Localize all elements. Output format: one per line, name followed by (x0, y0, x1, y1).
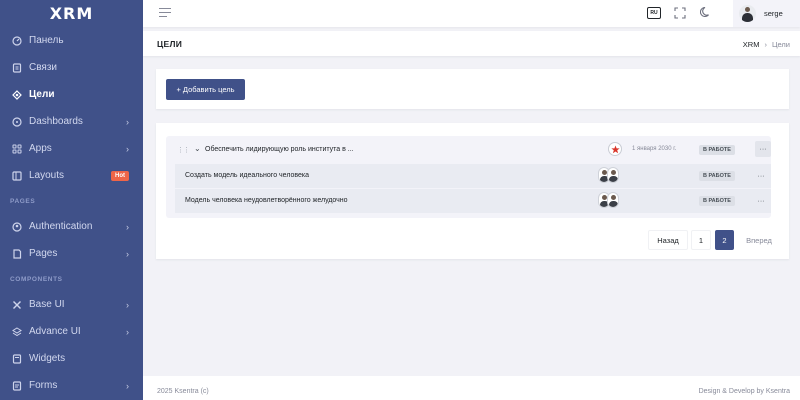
sidebar-item-authentication[interactable]: Authentication › (0, 213, 143, 240)
sidebar-item-widgets[interactable]: Widgets (0, 345, 143, 372)
chevron-right-icon: › (126, 380, 129, 391)
chevron-right-icon: › (126, 221, 129, 232)
footer-credits: Design & Develop by Ksentra (698, 388, 790, 395)
sidebar-item-label: Apps (29, 143, 52, 154)
sidebar-item-goals[interactable]: Цели (0, 81, 143, 108)
goal-title[interactable]: Создать модель идеального человека (185, 172, 309, 179)
sidebar-item-advance-ui[interactable]: Advance UI › (0, 318, 143, 345)
sidebar-item-label: Цели (29, 89, 55, 100)
sidebar-item-label: Панель (29, 35, 64, 46)
sidebar-item-forms[interactable]: Forms › (0, 372, 143, 399)
sidebar-item-label: Widgets (29, 353, 66, 364)
goal-title[interactable]: Модель человека неудовлетворённого желуд… (185, 197, 348, 204)
avatar (607, 192, 619, 208)
moon-icon[interactable] (700, 6, 712, 18)
hot-badge: Hot (111, 170, 129, 181)
breadcrumb-separator-icon: › (764, 40, 767, 49)
more-options-button[interactable]: ··· (755, 141, 771, 157)
goals-card: ⋮⋮ ⌄ Обеспечить лидирующую роль институт… (156, 123, 789, 259)
sidebar-item-label: Pages (29, 248, 58, 259)
pagination-page-1[interactable]: 1 (691, 230, 711, 250)
actions-card: + Добавить цель (156, 69, 789, 109)
sidebar-item-apps[interactable]: Apps › (0, 135, 143, 162)
sidebar-menu-pages: Authentication › Pages › (0, 213, 143, 267)
contacts-icon (12, 62, 22, 73)
user-circle-icon (12, 221, 22, 232)
apps-icon (12, 144, 22, 154)
chevron-right-icon: › (126, 116, 129, 127)
status-badge: В РАБОТЕ (699, 145, 735, 155)
pagination-prev-button[interactable]: Назад (648, 230, 688, 250)
assignees-avatars (598, 167, 622, 184)
pagination-page-2[interactable]: 2 (715, 230, 734, 250)
sidebar-menu: Панель Связи Цели Dashboards › Apps › La… (0, 27, 143, 189)
status-badge: В РАБОТЕ (699, 171, 735, 181)
chevron-right-icon: › (126, 143, 129, 154)
sidebar-item-label: Authentication (29, 221, 93, 232)
language-switcher[interactable]: RU (647, 7, 661, 19)
chevron-down-icon[interactable]: ⌄ (194, 144, 201, 153)
chevron-right-icon: › (126, 326, 129, 337)
sidebar-item-base-ui[interactable]: Base UI › (0, 291, 143, 318)
avatar (739, 5, 756, 22)
sidebar-item-layouts[interactable]: Layouts Hot (0, 162, 143, 189)
status-badge: В РАБОТЕ (699, 196, 735, 206)
assignees-avatars (598, 192, 622, 209)
sidebar-item-dashboards[interactable]: Dashboards › (0, 108, 143, 135)
footer: 2025 Ksentra (c) Design & Develop by Kse… (143, 376, 800, 400)
sidebar-item-panel[interactable]: Панель (0, 27, 143, 54)
app-logo[interactable]: XRM (0, 0, 143, 27)
topbar: RU serge (143, 0, 800, 27)
breadcrumb: XRM › Цели (743, 40, 790, 49)
goal-row-child[interactable]: Создать модель идеального человека В РАБ… (175, 164, 771, 188)
sidebar-item-label: Связи (29, 62, 58, 73)
pagination-next-button[interactable]: Вперед (738, 230, 780, 250)
pages-icon (12, 248, 22, 259)
menu-section-components: COMPONENTS (10, 275, 63, 283)
widgets-icon (12, 353, 22, 364)
sidebar-item-pages[interactable]: Pages › (0, 240, 143, 267)
hamburger-menu-icon[interactable] (159, 8, 171, 18)
menu-section-pages: PAGES (10, 197, 36, 205)
goal-due-date: 1 января 2030 г. (632, 146, 677, 152)
page-title: ЦЕЛИ (157, 39, 183, 49)
chevron-right-icon: › (126, 248, 129, 259)
breadcrumb-root[interactable]: XRM (743, 40, 760, 49)
user-menu[interactable]: serge (733, 0, 800, 27)
dashboards-icon (12, 116, 22, 127)
fullscreen-icon[interactable] (674, 7, 686, 19)
goals-list: ⋮⋮ ⌄ Обеспечить лидирующую роль институт… (166, 136, 771, 218)
page-title-bar: ЦЕЛИ XRM › Цели (143, 31, 800, 56)
sidebar-menu-components: Base UI › Advance UI › Widgets Forms › (0, 291, 143, 399)
more-options-button[interactable]: ··· (753, 193, 769, 209)
pencil-ruler-icon (12, 300, 22, 310)
sidebar-item-label: Base UI (29, 299, 65, 310)
forms-icon (12, 380, 22, 391)
user-name: serge (764, 9, 783, 18)
stack-icon (12, 326, 22, 337)
target-icon (12, 89, 22, 100)
goal-title[interactable]: Обеспечить лидирующую роль института в .… (205, 146, 354, 153)
goal-row-child[interactable]: Модель человека неудовлетворённого желуд… (175, 189, 771, 213)
drag-handle-icon[interactable]: ⋮⋮ (177, 146, 190, 154)
breadcrumb-current: Цели (771, 40, 790, 49)
layouts-icon (12, 170, 22, 181)
chevron-right-icon: › (126, 299, 129, 310)
avatar (607, 167, 619, 183)
add-goal-button[interactable]: + Добавить цель (166, 79, 245, 100)
sidebar: XRM Панель Связи Цели Dashboards › Apps … (0, 0, 143, 400)
sidebar-item-label: Advance UI (29, 326, 81, 337)
sidebar-item-label: Layouts (29, 170, 65, 181)
more-options-button[interactable]: ··· (753, 168, 769, 184)
sidebar-item-label: Forms (29, 380, 58, 391)
sidebar-item-label: Dashboards (29, 116, 83, 127)
dashboard-icon (12, 35, 22, 46)
goal-row-parent[interactable]: ⋮⋮ ⌄ Обеспечить лидирующую роль институт… (166, 136, 771, 163)
red-star-icon (608, 142, 622, 156)
sidebar-item-contacts[interactable]: Связи (0, 54, 143, 81)
footer-copyright: 2025 Ksentra (c) (157, 388, 209, 395)
